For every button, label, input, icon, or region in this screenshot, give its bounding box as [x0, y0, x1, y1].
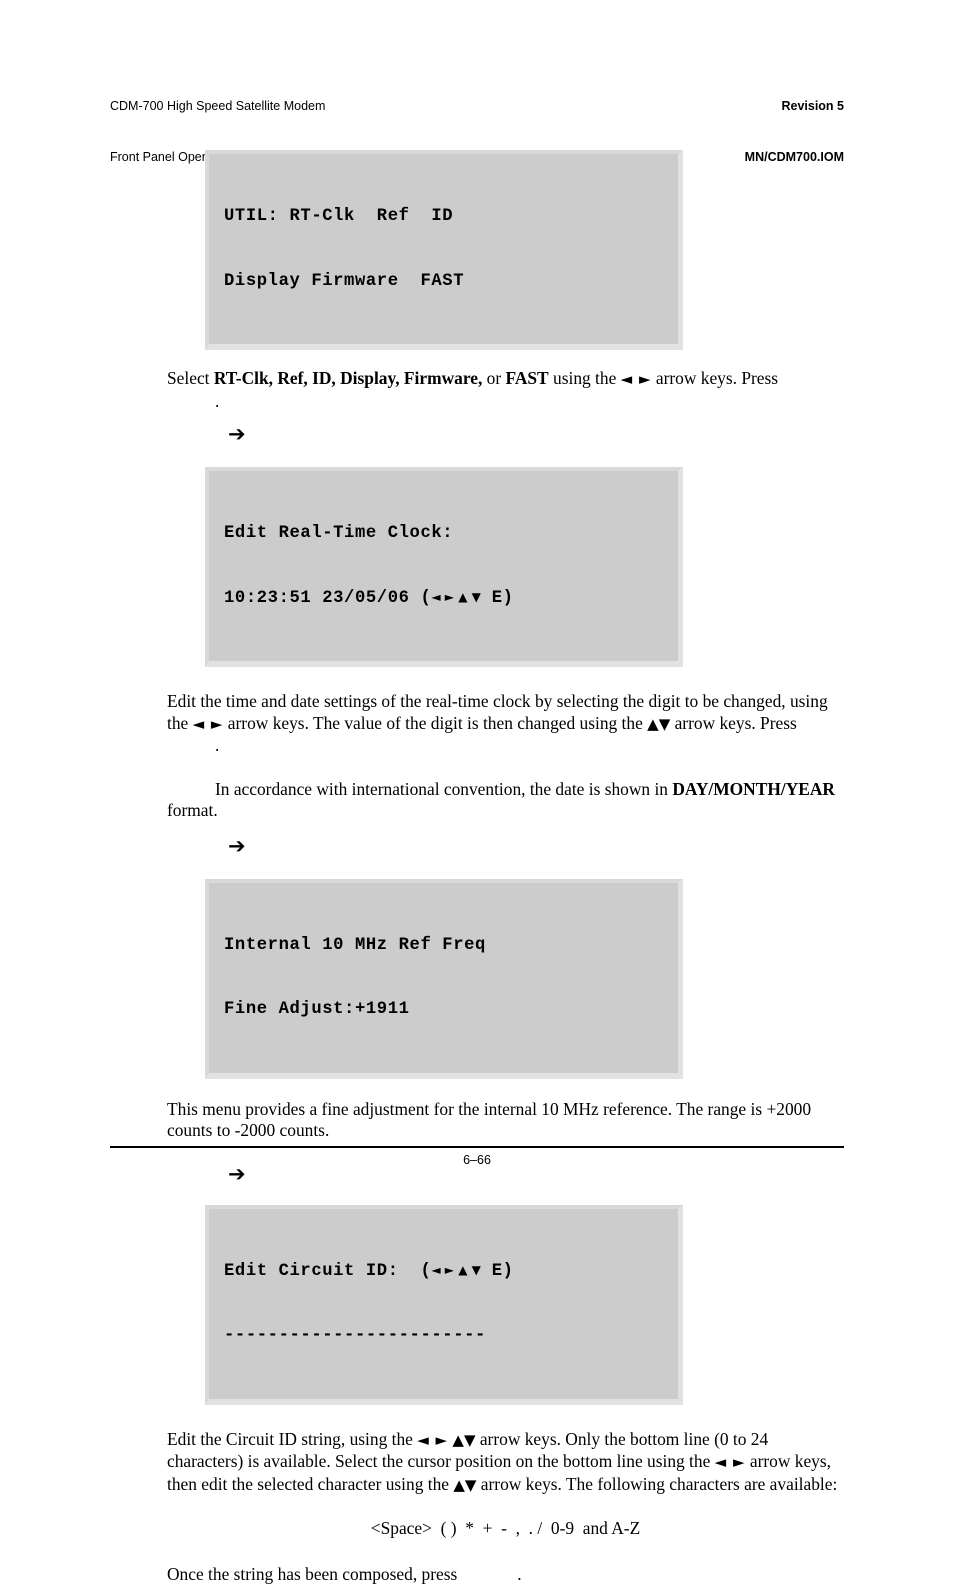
lcd-line-1: Internal 10 MHz Ref Freq — [224, 935, 678, 957]
lcd-enter-hint: E) — [481, 589, 514, 608]
text-run: arrow keys. Press — [652, 368, 779, 388]
paragraph-compose-done: Once the string has been composed, press… — [167, 1564, 844, 1585]
lcd-line-1: UTIL: RT-Clk Ref ID — [224, 206, 678, 228]
left-right-arrow-keys-icon: ◄ ► — [417, 1431, 448, 1449]
lcd-screen-util-menu: UTIL: RT-Clk Ref ID Display Firmware FAS… — [205, 150, 683, 350]
lcd-screen-internal-ref-freq: Internal 10 MHz Ref Freq Fine Adjust:+19… — [205, 879, 683, 1079]
lcd-line-1: Edit Circuit ID: (◄ ► ▲ ▼ E) — [224, 1261, 678, 1283]
text-run: In accordance with international convent… — [215, 779, 672, 799]
text-run: arrow keys. The following characters are… — [476, 1474, 837, 1494]
paragraph-util-select: Select RT-Clk, Ref, ID, Display, Firmwar… — [167, 368, 844, 391]
document-page: CDM-700 High Speed Satellite Modem Front… — [0, 0, 954, 1235]
text-run: arrow keys. Press — [670, 713, 797, 733]
paragraph-clock-edit-trailing: . — [167, 735, 844, 757]
lcd-line-2: Fine Adjust:+1911 — [224, 999, 678, 1021]
text-run: Edit the Circuit ID string, using the — [167, 1429, 417, 1449]
text-run: using the — [549, 368, 621, 388]
text-run: format. — [167, 800, 218, 820]
document-body: UTIL: RT-Clk Ref ID Display Firmware FAS… — [167, 150, 844, 1585]
header-revision: Revision 5 — [745, 98, 844, 115]
lcd-circuit-id-field: ------------------------ — [224, 1325, 678, 1347]
lcd-arrow-keys-icon: ◄ ► ▲ ▼ — [431, 1263, 480, 1277]
lcd-enter-hint: E) — [481, 1262, 514, 1281]
bold-menu-names: RT-Clk, Ref, ID, Display, Firmware, — [214, 368, 482, 388]
up-down-arrow-keys-icon: ▲▼ — [452, 1431, 475, 1449]
text-run: arrow keys. The value of the digit is th… — [223, 713, 647, 733]
left-right-arrow-keys-icon: ◄ ► — [193, 715, 224, 733]
footer-page-number: 6–66 — [110, 1152, 844, 1169]
left-right-arrow-keys-icon: ◄ ► — [621, 370, 652, 388]
up-down-arrow-keys-icon: ▲▼ — [647, 715, 670, 733]
lcd-arrow-keys-icon: ◄ ► ▲ ▼ — [431, 590, 480, 604]
footer-divider — [110, 1146, 844, 1148]
lcd-screen-edit-real-time-clock: Edit Real-Time Clock: 10:23:51 23/05/06 … — [205, 467, 683, 667]
up-down-arrow-keys-icon: ▲▼ — [453, 1476, 476, 1494]
text-run: Once the string has been composed, press — [167, 1564, 457, 1584]
lcd-line-2: 10:23:51 23/05/06 (◄ ► ▲ ▼ E) — [224, 588, 678, 610]
bold-date-format: DAY/MONTH/YEAR — [672, 779, 835, 799]
lcd-clock-value: 10:23:51 23/05/06 ( — [224, 589, 431, 608]
text-run: Select — [167, 368, 214, 388]
paragraph-circuit-id-edit: Edit the Circuit ID string, using the ◄ … — [167, 1429, 844, 1497]
compose-done-trailing: . — [457, 1564, 521, 1584]
lcd-circuit-id-label: Edit Circuit ID: ( — [224, 1262, 431, 1281]
paragraph-date-convention: In accordance with international convent… — [167, 779, 844, 822]
lcd-line-2: Display Firmware FAST — [224, 271, 678, 293]
header-product-title: CDM-700 High Speed Satellite Modem — [110, 98, 325, 115]
left-right-arrow-keys-icon: ◄ ► — [715, 1453, 746, 1471]
lcd-line-1: Edit Real-Time Clock: — [224, 523, 678, 545]
arrow-bullet-marker: ➔ — [167, 424, 844, 445]
text-run: or — [482, 368, 505, 388]
paragraph-allowed-characters: <Space> ( ) * + - , . / 0-9 and A-Z — [167, 1518, 844, 1540]
arrow-bullet-marker: ➔ — [167, 836, 844, 857]
paragraph-clock-edit: Edit the time and date settings of the r… — [167, 691, 844, 735]
paragraph-util-select-trailing: . — [167, 391, 844, 413]
paragraph-fine-adjust: This menu provides a fine adjustment for… — [167, 1099, 844, 1142]
bold-fast-label: FAST — [506, 368, 549, 388]
